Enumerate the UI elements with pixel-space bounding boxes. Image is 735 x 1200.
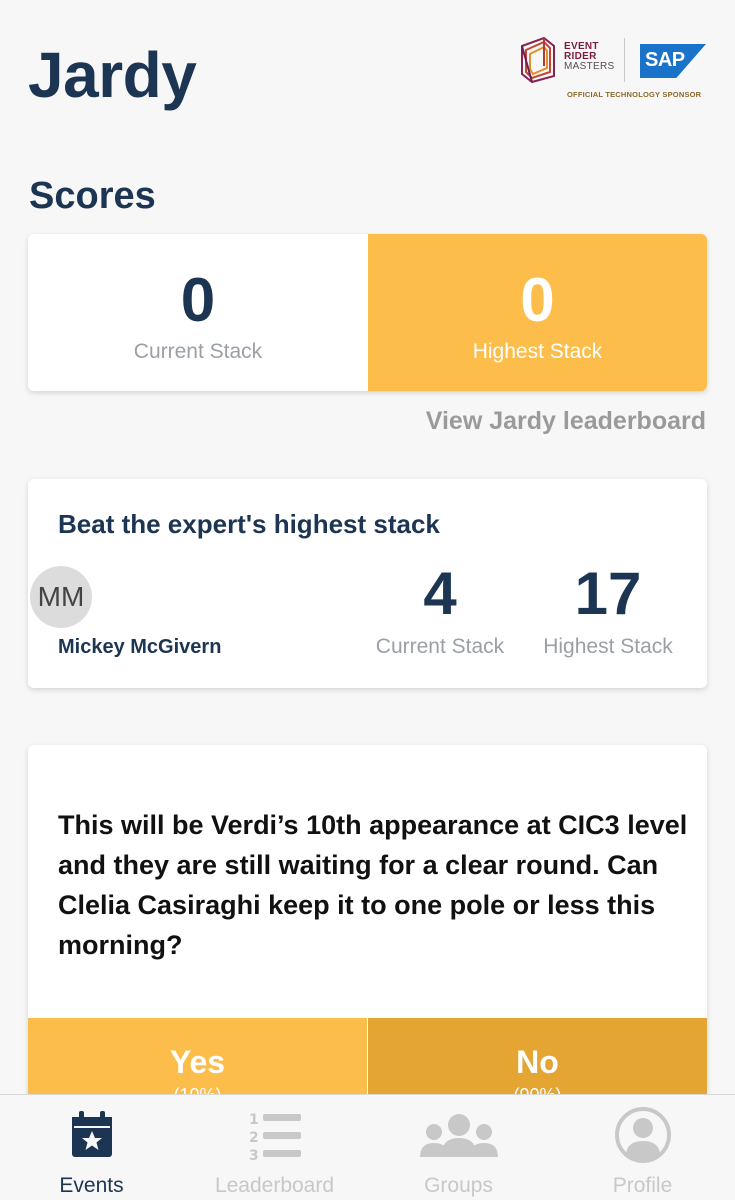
profile-icon	[614, 1107, 671, 1163]
expert-current-stack: 4 Current Stack	[370, 559, 510, 659]
expert-highest-stack-value: 17	[574, 560, 642, 627]
question-text: This will be Verdi’s 10th appearance at …	[58, 810, 688, 960]
sponsor-divider	[624, 38, 625, 82]
highest-stack-panel: 0 Highest Stack	[368, 234, 707, 391]
tab-events[interactable]: Events	[0, 1095, 183, 1200]
page-title: Jardy	[28, 39, 197, 111]
score-card: 0 Current Stack 0 Highest Stack	[28, 234, 707, 391]
expert-current-stack-value: 4	[423, 560, 457, 627]
svg-text:3: 3	[249, 1148, 259, 1164]
sponsor-caption: OFFICIAL TECHNOLOGY SPONSOR	[567, 90, 702, 99]
expert-highest-stack: 17 Highest Stack	[538, 559, 678, 659]
current-stack-label: Current Stack	[133, 340, 263, 363]
tab-events-label: Events	[59, 1174, 124, 1197]
header: Jardy EVENT RIDER MASTERS SAP OFFICIAL T…	[0, 0, 735, 140]
highest-stack-value: 0	[520, 266, 555, 335]
tab-profile-label: Profile	[612, 1174, 673, 1197]
expert-name: Mickey McGivern	[58, 636, 222, 658]
current-stack-value: 0	[180, 266, 216, 335]
tab-bar: Events 1 2 3 Leaderboard Groups Profile	[0, 1094, 735, 1200]
sponsor-banner: EVENT RIDER MASTERS SAP OFFICIAL TECHNOL…	[514, 34, 714, 104]
expert-current-stack-label: Current Stack	[375, 635, 505, 658]
numbered-list-icon: 1 2 3	[249, 1112, 301, 1164]
expert-card-title: Beat the expert's highest stack	[58, 509, 440, 539]
tab-groups[interactable]: Groups	[367, 1095, 550, 1200]
tab-profile[interactable]: Profile	[551, 1095, 734, 1200]
tab-leaderboard-label: Leaderboard	[214, 1174, 335, 1197]
group-icon	[419, 1114, 498, 1157]
scores-section-title: Scores	[29, 175, 156, 217]
expert-highest-stack-label: Highest Stack	[543, 635, 673, 658]
sap-logo: SAP	[640, 44, 706, 78]
svg-text:2: 2	[249, 1130, 259, 1146]
current-stack-panel: 0 Current Stack	[28, 234, 368, 391]
event-rider-masters-logo-icon	[521, 36, 555, 84]
tab-leaderboard[interactable]: 1 2 3 Leaderboard	[183, 1095, 366, 1200]
event-rider-masters-wordmark: EVENT RIDER MASTERS	[564, 41, 615, 72]
highest-stack-label: Highest Stack	[472, 340, 603, 363]
no-button-label: No	[516, 1044, 559, 1080]
avatar: MM	[30, 566, 92, 628]
yes-button-label: Yes	[169, 1044, 226, 1080]
calendar-star-icon	[71, 1111, 112, 1157]
svg-text:1: 1	[249, 1112, 259, 1128]
expert-card: Beat the expert's highest stack Mickey M…	[28, 479, 707, 688]
tab-groups-label: Groups	[424, 1174, 493, 1197]
view-leaderboard-link[interactable]: View Jardy leaderboard	[426, 407, 706, 436]
